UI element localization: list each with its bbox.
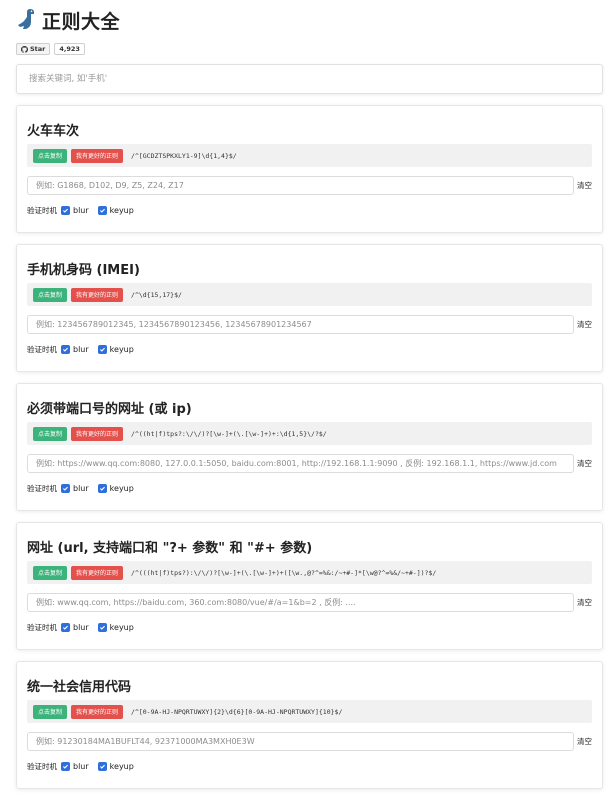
- verify-label: 验证时机: [27, 484, 57, 493]
- blur-checkbox[interactable]: blur: [61, 345, 89, 354]
- keyup-label: keyup: [109, 206, 134, 215]
- blur-label: blur: [73, 206, 89, 215]
- blur-label: blur: [73, 623, 89, 632]
- regex-bar: 点击复制 我有更好的正则 /^((ht|f)tps?:\/\/)?[\w-]+(…: [27, 422, 592, 445]
- check-icon: [61, 206, 70, 215]
- check-icon: [61, 484, 70, 493]
- better-regex-button[interactable]: 我有更好的正则: [71, 565, 124, 580]
- verify-row: 验证时机 blur keyup: [27, 483, 592, 494]
- verify-row: 验证时机 blur keyup: [27, 205, 592, 216]
- regex-bar: 点击复制 我有更好的正则 /^[0-9A-HJ-NPQRTUWXY]{2}\d{…: [27, 700, 592, 723]
- keyup-label: keyup: [109, 484, 134, 493]
- blur-label: blur: [73, 484, 89, 493]
- clear-button[interactable]: 清空: [577, 736, 592, 747]
- github-star-button[interactable]: Star: [16, 43, 51, 55]
- verify-label: 验证时机: [27, 623, 57, 632]
- regex-bar: 点击复制 我有更好的正则 /^[GCDZTSPKXLY1-9]\d{1,4}$/: [27, 144, 592, 167]
- check-icon: [97, 762, 107, 771]
- test-input[interactable]: [27, 176, 574, 195]
- test-input-row: 清空: [27, 732, 592, 751]
- blur-checkbox[interactable]: blur: [61, 206, 89, 215]
- search-box: [16, 64, 603, 94]
- copy-button[interactable]: 点击复制: [33, 704, 68, 719]
- card-title: 网址 (url, 支持端口和 "?+ 参数" 和 "#+ 参数): [27, 541, 313, 556]
- check-icon: [61, 623, 70, 632]
- better-regex-button[interactable]: 我有更好的正则: [71, 148, 124, 163]
- test-input[interactable]: [27, 315, 574, 334]
- github-icon: [21, 45, 28, 53]
- verify-row: 验证时机 blur keyup: [27, 344, 592, 355]
- test-input[interactable]: [27, 593, 574, 612]
- keyup-label: keyup: [109, 762, 134, 771]
- test-input[interactable]: [27, 732, 574, 751]
- test-input-row: 清空: [27, 176, 592, 195]
- verify-label: 验证时机: [27, 762, 57, 771]
- copy-button[interactable]: 点击复制: [33, 148, 68, 163]
- blur-checkbox[interactable]: blur: [61, 484, 89, 493]
- card-title: 必须带端口号的网址 (或 ip): [27, 402, 192, 417]
- regex-text: /^((ht|f)tps?:\/\/)?[\w-]+(\.[\w-]+)+:\d…: [131, 429, 327, 438]
- test-input[interactable]: [27, 454, 574, 473]
- search-input[interactable]: [27, 73, 592, 85]
- keyup-checkbox[interactable]: keyup: [97, 484, 134, 493]
- copy-button[interactable]: 点击复制: [33, 287, 68, 302]
- verify-row: 验证时机 blur keyup: [27, 622, 592, 633]
- dinosaur-icon: [16, 7, 40, 33]
- check-icon: [97, 623, 107, 632]
- github-widget: Star 4,923: [16, 42, 603, 56]
- regex-card: 手机机身码 (IMEI) 点击复制 我有更好的正则 /^\d{15,17}$/ …: [16, 244, 603, 372]
- better-regex-button[interactable]: 我有更好的正则: [71, 287, 124, 302]
- clear-button[interactable]: 清空: [577, 597, 592, 608]
- better-regex-button[interactable]: 我有更好的正则: [71, 704, 124, 719]
- card-title: 统一社会信用代码: [27, 680, 132, 695]
- keyup-checkbox[interactable]: keyup: [97, 762, 134, 771]
- regex-text: /^(((ht|f)tps?):\/\/)?[\w-]+(\.[\w-]+)+(…: [131, 568, 437, 577]
- regex-bar: 点击复制 我有更好的正则 /^\d{15,17}$/: [27, 283, 592, 306]
- card-title: 手机机身码 (IMEI): [27, 263, 140, 278]
- github-star-label: Star: [30, 45, 46, 53]
- keyup-checkbox[interactable]: keyup: [97, 623, 134, 632]
- regex-card-list: 火车车次 点击复制 我有更好的正则 /^[GCDZTSPKXLY1-9]\d{1…: [16, 105, 603, 789]
- blur-label: blur: [73, 762, 89, 771]
- clear-button[interactable]: 清空: [577, 180, 592, 191]
- github-star-count[interactable]: 4,923: [54, 43, 85, 55]
- better-regex-button[interactable]: 我有更好的正则: [71, 426, 124, 441]
- page-header: 正则大全: [16, 2, 603, 38]
- test-input-row: 清空: [27, 454, 592, 473]
- regex-text: /^[0-9A-HJ-NPQRTUWXY]{2}\d{6}[0-9A-HJ-NP…: [131, 707, 343, 716]
- clear-button[interactable]: 清空: [577, 319, 592, 330]
- verify-label: 验证时机: [27, 206, 57, 215]
- check-icon: [61, 345, 70, 354]
- copy-button[interactable]: 点击复制: [33, 565, 68, 580]
- keyup-checkbox[interactable]: keyup: [97, 345, 134, 354]
- blur-label: blur: [73, 345, 89, 354]
- regex-card: 网址 (url, 支持端口和 "?+ 参数" 和 "#+ 参数) 点击复制 我有…: [16, 522, 603, 650]
- check-icon: [97, 206, 107, 215]
- clear-button[interactable]: 清空: [577, 458, 592, 469]
- keyup-checkbox[interactable]: keyup: [97, 206, 134, 215]
- keyup-label: keyup: [109, 345, 134, 354]
- check-icon: [97, 484, 107, 493]
- blur-checkbox[interactable]: blur: [61, 762, 89, 771]
- verify-row: 验证时机 blur keyup: [27, 761, 592, 772]
- verify-label: 验证时机: [27, 345, 57, 354]
- regex-card: 统一社会信用代码 点击复制 我有更好的正则 /^[0-9A-HJ-NPQRTUW…: [16, 661, 603, 789]
- page-title: 正则大全: [42, 10, 121, 33]
- check-icon: [61, 762, 70, 771]
- test-input-row: 清空: [27, 315, 592, 334]
- regex-text: /^\d{15,17}$/: [131, 290, 182, 299]
- blur-checkbox[interactable]: blur: [61, 623, 89, 632]
- regex-card: 必须带端口号的网址 (或 ip) 点击复制 我有更好的正则 /^((ht|f)t…: [16, 383, 603, 511]
- keyup-label: keyup: [109, 623, 134, 632]
- test-input-row: 清空: [27, 593, 592, 612]
- card-title: 火车车次: [27, 124, 80, 139]
- regex-bar: 点击复制 我有更好的正则 /^(((ht|f)tps?):\/\/)?[\w-]…: [27, 561, 592, 584]
- copy-button[interactable]: 点击复制: [33, 426, 68, 441]
- check-icon: [97, 345, 107, 354]
- regex-card: 火车车次 点击复制 我有更好的正则 /^[GCDZTSPKXLY1-9]\d{1…: [16, 105, 603, 233]
- regex-text: /^[GCDZTSPKXLY1-9]\d{1,4}$/: [131, 151, 237, 160]
